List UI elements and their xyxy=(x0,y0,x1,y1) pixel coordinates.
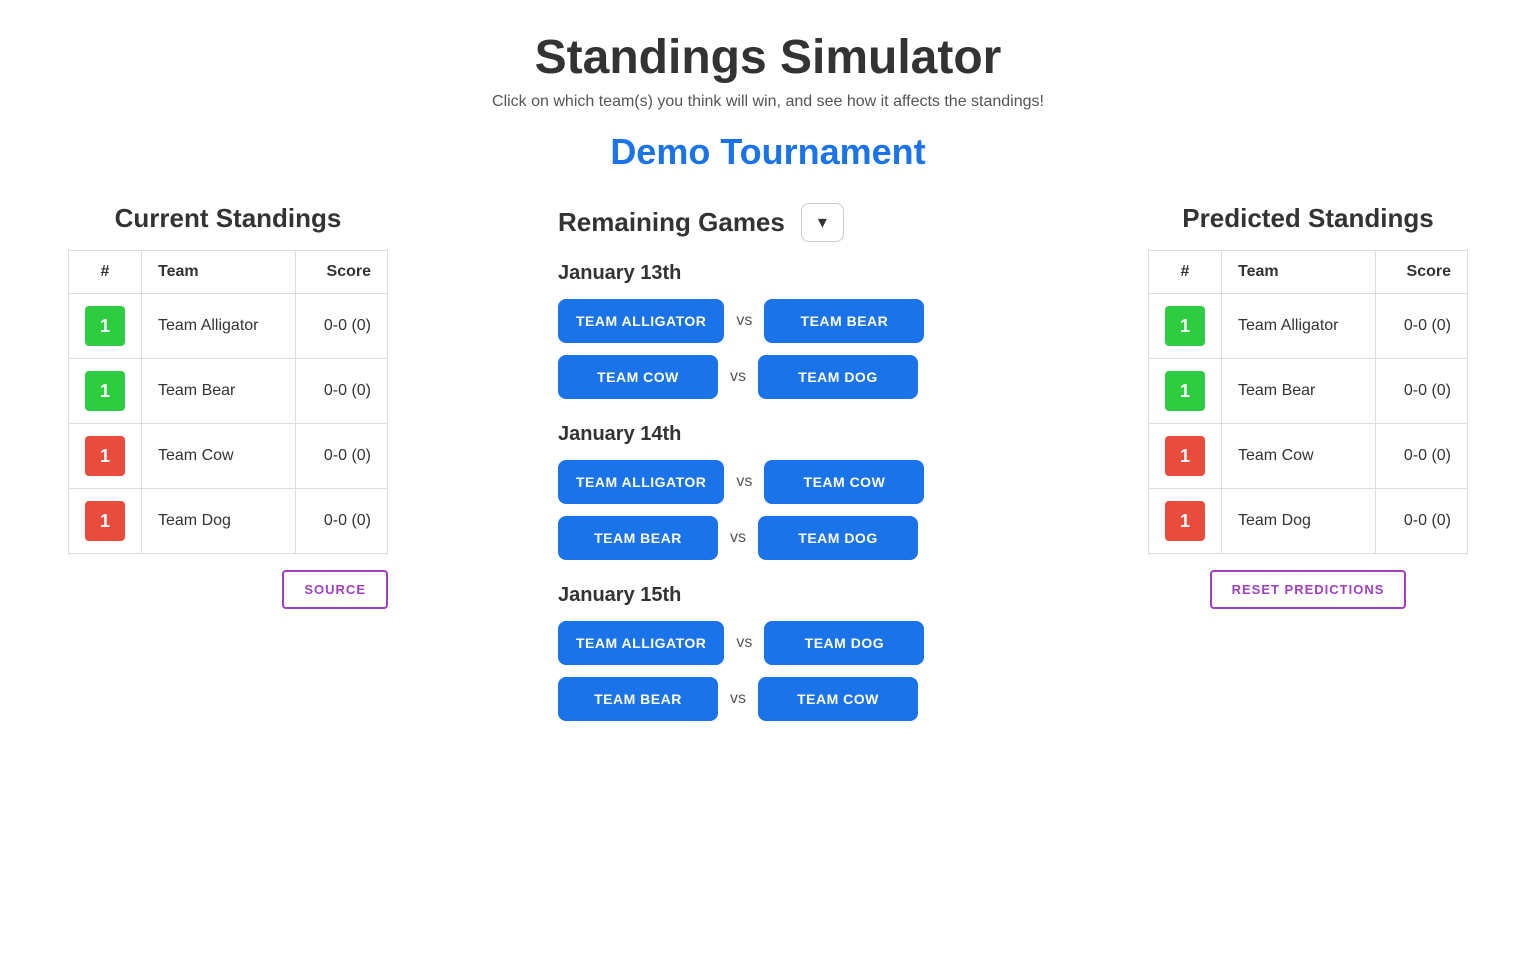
vs-label: vs xyxy=(730,368,746,386)
team-score: 0-0 (0) xyxy=(295,294,387,359)
col-rank-pred: # xyxy=(1149,251,1222,294)
vs-label: vs xyxy=(736,473,752,491)
col-team-pred: Team xyxy=(1222,251,1376,294)
team-button[interactable]: TEAM DOG xyxy=(758,516,918,560)
game-row: TEAM BEAR vs TEAM DOG xyxy=(558,516,978,560)
rank-cell: 1 xyxy=(1149,489,1222,554)
game-day: January 13thTEAM ALLIGATORvsTEAM BEARTEA… xyxy=(558,262,978,399)
team-button[interactable]: TEAM COW xyxy=(758,677,918,721)
team-score: 0-0 (0) xyxy=(295,489,387,554)
rank-badge: 1 xyxy=(85,306,125,346)
predicted-standings-table: # Team Score 1 Team Alligator 0-0 (0) 1 … xyxy=(1148,250,1468,554)
team-button[interactable]: TEAM DOG xyxy=(764,621,924,665)
rank-cell: 1 xyxy=(1149,424,1222,489)
team-name: Team Dog xyxy=(142,489,296,554)
team-button[interactable]: TEAM COW xyxy=(558,355,718,399)
team-button[interactable]: TEAM ALLIGATOR xyxy=(558,460,724,504)
team-name: Team Bear xyxy=(142,359,296,424)
team-score: 0-0 (0) xyxy=(1375,359,1467,424)
rank-badge: 1 xyxy=(85,371,125,411)
team-score: 0-0 (0) xyxy=(1375,424,1467,489)
rank-badge: 1 xyxy=(85,501,125,541)
table-row: 1 Team Cow 0-0 (0) xyxy=(1149,424,1468,489)
date-label: January 14th xyxy=(558,423,978,446)
vs-label: vs xyxy=(736,634,752,652)
game-row: TEAM BEAR vs TEAM COW xyxy=(558,677,978,721)
team-button[interactable]: TEAM ALLIGATOR xyxy=(558,621,724,665)
team-button[interactable]: TEAM COW xyxy=(764,460,924,504)
vs-label: vs xyxy=(730,529,746,547)
page-title: Standings Simulator xyxy=(20,30,1516,85)
predicted-standings-title: Predicted Standings xyxy=(1148,203,1468,234)
table-row: 1 Team Dog 0-0 (0) xyxy=(69,489,388,554)
team-score: 0-0 (0) xyxy=(295,359,387,424)
vs-label: vs xyxy=(730,690,746,708)
current-standings-panel: Current Standings # Team Score 1 Team Al… xyxy=(68,203,388,609)
predicted-standings-panel: Predicted Standings # Team Score 1 Team … xyxy=(1148,203,1468,609)
team-name: Team Alligator xyxy=(1222,294,1376,359)
game-day: January 15thTEAM ALLIGATORvsTEAM DOGTEAM… xyxy=(558,584,978,721)
source-button[interactable]: SOURCE xyxy=(282,570,388,609)
team-name: Team Bear xyxy=(1222,359,1376,424)
rank-cell: 1 xyxy=(1149,294,1222,359)
current-standings-table: # Team Score 1 Team Alligator 0-0 (0) 1 … xyxy=(68,250,388,554)
team-name: Team Dog xyxy=(1222,489,1376,554)
rank-cell: 1 xyxy=(69,359,142,424)
remaining-games-title: Remaining Games xyxy=(558,207,785,238)
game-row: TEAM ALLIGATOR vs TEAM BEAR xyxy=(558,299,978,343)
col-score-pred: Score xyxy=(1375,251,1467,294)
date-label: January 15th xyxy=(558,584,978,607)
game-row: TEAM COW vs TEAM DOG xyxy=(558,355,978,399)
team-button[interactable]: TEAM ALLIGATOR xyxy=(558,299,724,343)
team-score: 0-0 (0) xyxy=(295,424,387,489)
vs-label: vs xyxy=(736,312,752,330)
team-button[interactable]: TEAM BEAR xyxy=(764,299,924,343)
table-row: 1 Team Bear 0-0 (0) xyxy=(69,359,388,424)
game-day: January 14thTEAM ALLIGATORvsTEAM COWTEAM… xyxy=(558,423,978,560)
game-row: TEAM ALLIGATOR vs TEAM COW xyxy=(558,460,978,504)
rank-cell: 1 xyxy=(69,424,142,489)
table-row: 1 Team Cow 0-0 (0) xyxy=(69,424,388,489)
rank-badge: 1 xyxy=(1165,306,1205,346)
date-label: January 13th xyxy=(558,262,978,285)
col-team: Team xyxy=(142,251,296,294)
rank-cell: 1 xyxy=(69,489,142,554)
rank-cell: 1 xyxy=(1149,359,1222,424)
rank-badge: 1 xyxy=(85,436,125,476)
table-row: 1 Team Alligator 0-0 (0) xyxy=(69,294,388,359)
tournament-title: Demo Tournament xyxy=(20,131,1516,173)
rank-cell: 1 xyxy=(69,294,142,359)
team-name: Team Cow xyxy=(1222,424,1376,489)
table-row: 1 Team Alligator 0-0 (0) xyxy=(1149,294,1468,359)
team-button[interactable]: TEAM BEAR xyxy=(558,516,718,560)
remaining-games-panel: Remaining Games ▾ January 13th TEAM ALLIG… xyxy=(558,203,978,745)
col-rank: # xyxy=(69,251,142,294)
rank-badge: 1 xyxy=(1165,371,1205,411)
dropdown-button[interactable]: ▾ xyxy=(801,203,844,242)
reset-predictions-button[interactable]: RESET PREDICTIONS xyxy=(1210,570,1407,609)
team-button[interactable]: TEAM BEAR xyxy=(558,677,718,721)
team-button[interactable]: TEAM DOG xyxy=(758,355,918,399)
team-name: Team Alligator xyxy=(142,294,296,359)
table-row: 1 Team Bear 0-0 (0) xyxy=(1149,359,1468,424)
game-row: TEAM ALLIGATOR vs TEAM DOG xyxy=(558,621,978,665)
page-subtitle: Click on which team(s) you think will wi… xyxy=(20,93,1516,111)
rank-badge: 1 xyxy=(1165,436,1205,476)
team-name: Team Cow xyxy=(142,424,296,489)
current-standings-title: Current Standings xyxy=(68,203,388,234)
team-score: 0-0 (0) xyxy=(1375,489,1467,554)
table-row: 1 Team Dog 0-0 (0) xyxy=(1149,489,1468,554)
rank-badge: 1 xyxy=(1165,501,1205,541)
col-score: Score xyxy=(295,251,387,294)
team-score: 0-0 (0) xyxy=(1375,294,1467,359)
